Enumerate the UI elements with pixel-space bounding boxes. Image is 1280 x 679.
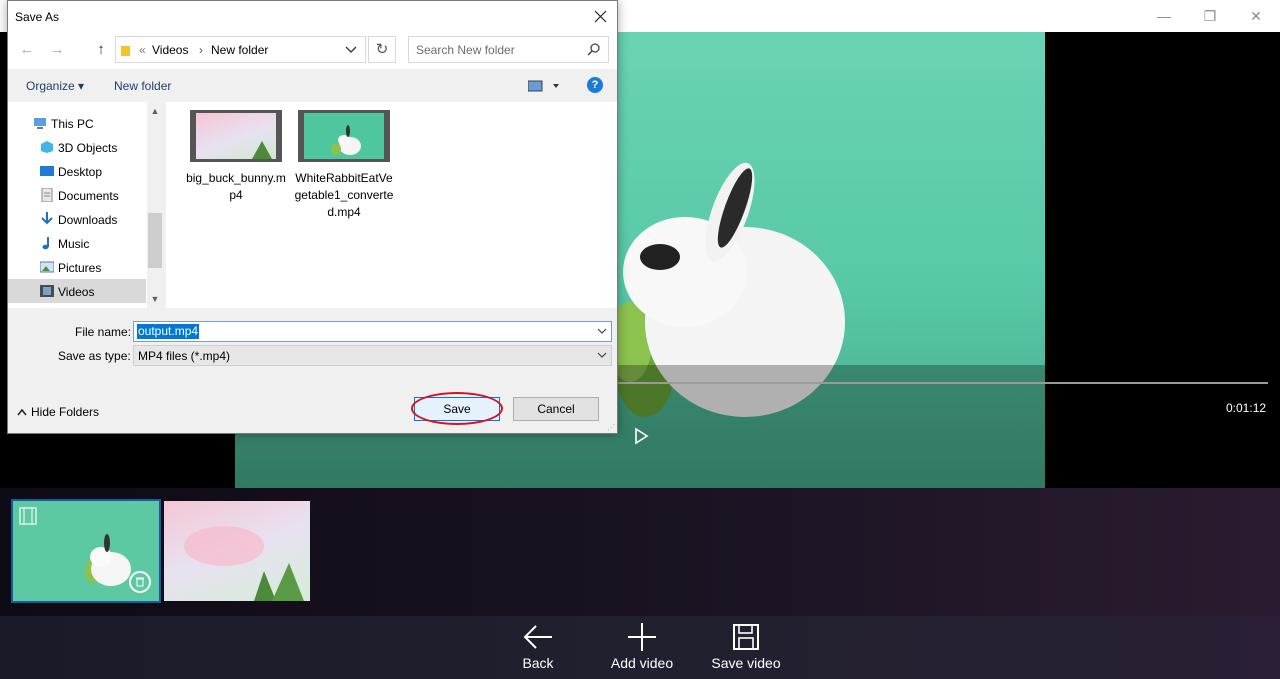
save-video-label: Save video [711,655,781,671]
hide-folders-toggle[interactable]: Hide Folders [17,405,99,419]
back-arrow-icon[interactable]: ← [18,41,36,59]
nav-item-3d-objects[interactable]: 3D Objects [8,135,146,159]
nav-scrollbar[interactable]: ▲ ▼ [147,102,163,308]
file-name-field[interactable]: output.mp4 [133,321,612,342]
nav-item-pictures[interactable]: Pictures [8,255,146,279]
bottom-bar: Back Add video Save video [0,616,1280,679]
back-arrow-icon [523,625,552,649]
file-item[interactable]: big_buck_bunny.mp4 [186,110,286,204]
chevron-down-icon[interactable] [597,328,607,335]
pc-icon [34,118,46,129]
file-item[interactable]: WhiteRabbitEatVegetable1_converted.mp4 [294,110,394,221]
save-type-select[interactable]: MP4 files (*.mp4) [133,345,612,366]
desktop-icon [40,166,54,176]
close-window-button[interactable]: ✕ [1241,6,1271,26]
save-button[interactable]: Save [414,397,500,421]
minimize-button[interactable]: — [1149,6,1179,26]
video-file-icon [190,110,282,162]
breadcrumb-videos[interactable]: Videos [152,43,188,57]
plus-icon [628,623,656,651]
forward-arrow-icon[interactable]: → [48,41,66,59]
dialog-title: Save As [15,10,60,24]
up-arrow-icon[interactable]: ↑ [92,41,110,59]
seek-bar[interactable] [610,382,1268,384]
file-name: WhiteRabbitEatVegetable1_converted.mp4 [294,171,394,219]
timeline-clip-bunny[interactable] [164,501,310,601]
hide-folders-label: Hide Folders [31,405,100,419]
view-options-icon[interactable] [528,80,560,92]
floppy-disk-icon [733,624,759,650]
help-icon[interactable]: ? [587,77,603,93]
add-video-label: Add video [610,655,674,671]
navigation-row: ← → ↑ « Videos › New folder ↻ Search New… [8,32,617,69]
save-type-value: MP4 files (*.mp4) [138,349,231,363]
chevron-down-icon [597,352,607,358]
back-label: Back [522,655,554,671]
document-icon [41,188,53,202]
back-button[interactable]: Back [520,622,556,671]
close-icon[interactable] [583,1,617,32]
timeline [0,488,1280,616]
file-name: big_buck_bunny.mp4 [186,171,286,202]
save-as-dialog: Save As ← → ↑ « Videos › New folder ↻ Se… [7,0,618,434]
timeline-clip-rabbit[interactable] [11,499,161,603]
dialog-titlebar: Save As [8,1,617,32]
restore-button[interactable]: ❐ [1195,6,1225,26]
nav-item-music[interactable]: Music [8,231,146,255]
nav-item-desktop[interactable]: Desktop [8,159,146,183]
breadcrumb-sep: › [199,43,203,57]
film-icon [19,507,37,525]
video-file-icon [298,110,390,162]
cancel-button[interactable]: Cancel [513,397,599,421]
file-list: big_buck_bunny.mp4 WhiteRabbitEatVegetab… [166,102,617,308]
nav-item-documents[interactable]: Documents [8,183,146,207]
search-icon [587,43,600,56]
video-icon [40,285,54,297]
resize-grip-icon[interactable]: ⋰ [607,423,615,432]
new-folder-button[interactable]: New folder [114,79,171,93]
address-bar[interactable]: « Videos › New folder [115,36,366,63]
chevron-up-icon [17,408,27,416]
search-placeholder: Search New folder [416,43,515,57]
navigation-pane: This PC 3D Objects Desktop Documents Dow… [8,102,163,308]
file-name-value: output.mp4 [137,324,200,339]
music-icon [42,237,49,250]
nav-item-downloads[interactable]: Downloads [8,207,146,231]
delete-clip-icon[interactable] [129,571,151,593]
download-icon [41,212,53,225]
scroll-thumb[interactable] [148,213,162,268]
organize-menu[interactable]: Organize ▾ [26,79,84,93]
add-video-button[interactable]: Add video [606,622,678,671]
chevron-down-icon[interactable] [345,46,357,54]
nav-item-videos[interactable]: Videos [8,279,146,303]
save-type-label: Save as type: [58,349,131,363]
scroll-up-icon[interactable]: ▲ [147,104,163,118]
breadcrumb-new-folder[interactable]: New folder [211,43,268,57]
nav-item-this-pc[interactable]: This PC [8,111,146,135]
breadcrumb-root-sep: « [139,43,146,57]
time-label: 0:01:12 [1226,401,1267,415]
search-input[interactable]: Search New folder [408,36,609,63]
scroll-down-icon[interactable]: ▼ [147,292,163,306]
cube-icon [41,141,53,153]
file-name-label: File name: [75,325,132,339]
refresh-button[interactable]: ↻ [368,36,396,63]
dialog-toolbar: Organize ▾ New folder ? [8,69,617,102]
pictures-icon [40,261,54,273]
save-video-button[interactable]: Save video [708,622,784,671]
folder-icon [121,46,130,56]
bunny-thumbnail [184,526,304,601]
play-icon[interactable] [630,425,652,447]
